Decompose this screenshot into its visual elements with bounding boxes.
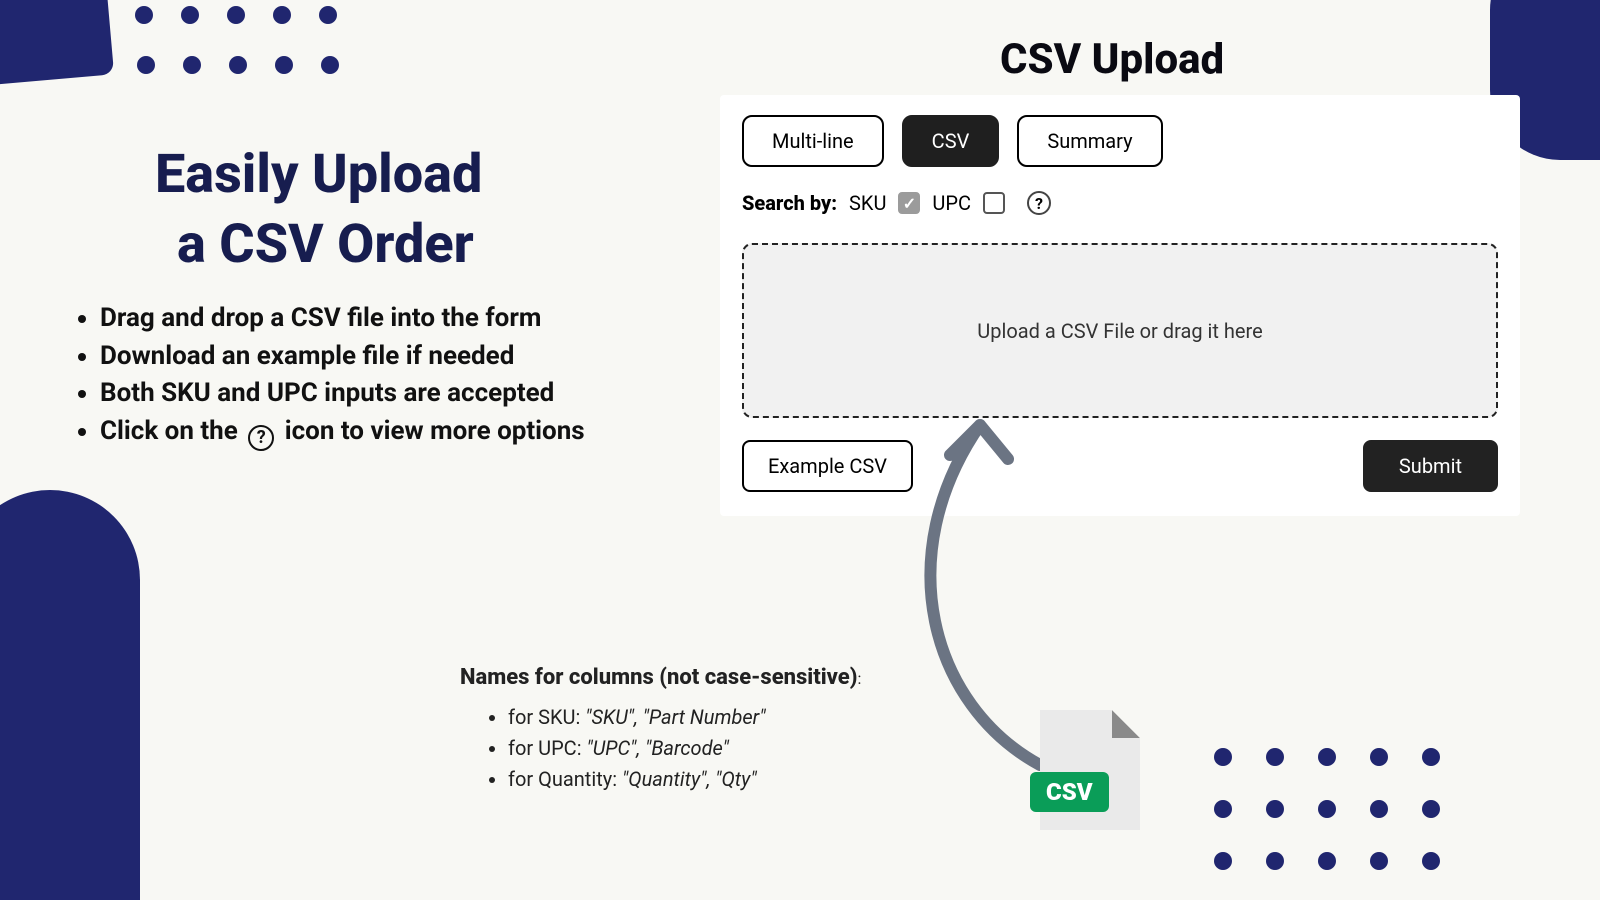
decor-corner-top-left bbox=[0, 0, 114, 85]
csv-upload-panel: Multi-line CSV Summary Search by: SKU ✓ … bbox=[720, 95, 1520, 516]
page-title-line-1: Easily Upload bbox=[155, 143, 482, 206]
example-csv-button[interactable]: Example CSV bbox=[742, 440, 913, 492]
csv-file-label: CSV bbox=[1030, 772, 1109, 812]
feature-item-text: icon to view more options bbox=[278, 416, 584, 446]
feature-item: Drag and drop a CSV file into the form bbox=[100, 300, 585, 338]
note-title-text: Names for columns (not case-sensitive) bbox=[460, 665, 857, 690]
tab-multiline[interactable]: Multi-line bbox=[742, 115, 884, 167]
note-title-colon: : bbox=[857, 669, 861, 688]
panel-actions: Example CSV Submit bbox=[742, 440, 1498, 492]
note-row-label: for SKU: bbox=[508, 705, 585, 729]
upload-mode-tabs: Multi-line CSV Summary bbox=[742, 115, 1498, 167]
feature-item-text: Click on the bbox=[100, 416, 244, 446]
decor-dots-top-row-1 bbox=[135, 6, 365, 28]
page-title: Easily Upload a CSV Order bbox=[155, 140, 482, 280]
tab-summary[interactable]: Summary bbox=[1017, 115, 1162, 167]
upc-checkbox[interactable] bbox=[983, 192, 1005, 214]
note-row-values: "Quantity", "Qty" bbox=[622, 767, 757, 791]
note-row-label: for UPC: bbox=[508, 736, 587, 760]
page-title-line-2: a CSV Order bbox=[177, 210, 482, 280]
note-title: Names for columns (not case-sensitive): bbox=[460, 665, 940, 690]
panel-heading: CSV Upload bbox=[1000, 35, 1224, 84]
decor-dots-bottom-right bbox=[1214, 748, 1440, 870]
submit-button[interactable]: Submit bbox=[1363, 440, 1498, 492]
help-icon: ? bbox=[248, 425, 274, 451]
note-row-sku: for SKU: "SKU", "Part Number" bbox=[508, 702, 940, 733]
note-row-label: for Quantity: bbox=[508, 767, 622, 791]
sku-checkbox[interactable]: ✓ bbox=[898, 192, 920, 214]
note-row-values: "UPC", "Barcode" bbox=[587, 736, 729, 760]
decor-corner-bottom-left bbox=[0, 490, 140, 900]
column-names-note: Names for columns (not case-sensitive): … bbox=[460, 665, 940, 795]
search-by-label: Search by: bbox=[742, 191, 837, 215]
search-by-row: Search by: SKU ✓ UPC ? bbox=[742, 191, 1498, 215]
note-row-upc: for UPC: "UPC", "Barcode" bbox=[508, 733, 940, 764]
csv-dropzone[interactable]: Upload a CSV File or drag it here bbox=[742, 243, 1498, 418]
search-by-upc-label: UPC bbox=[932, 191, 971, 215]
csv-file-icon: CSV bbox=[1040, 710, 1140, 830]
decor-dots-top-row-2 bbox=[137, 56, 367, 78]
feature-item: Click on the ? icon to view more options bbox=[100, 413, 585, 451]
feature-item: Download an example file if needed bbox=[100, 338, 585, 376]
search-by-sku-label: SKU bbox=[849, 191, 886, 215]
note-row-values: "SKU", "Part Number" bbox=[585, 705, 765, 729]
tab-csv[interactable]: CSV bbox=[902, 115, 1000, 167]
note-row-qty: for Quantity: "Quantity", "Qty" bbox=[508, 764, 940, 795]
feature-list: Drag and drop a CSV file into the form D… bbox=[70, 300, 585, 451]
help-icon[interactable]: ? bbox=[1027, 191, 1051, 215]
feature-item: Both SKU and UPC inputs are accepted bbox=[100, 375, 585, 413]
dropzone-text: Upload a CSV File or drag it here bbox=[977, 319, 1262, 343]
